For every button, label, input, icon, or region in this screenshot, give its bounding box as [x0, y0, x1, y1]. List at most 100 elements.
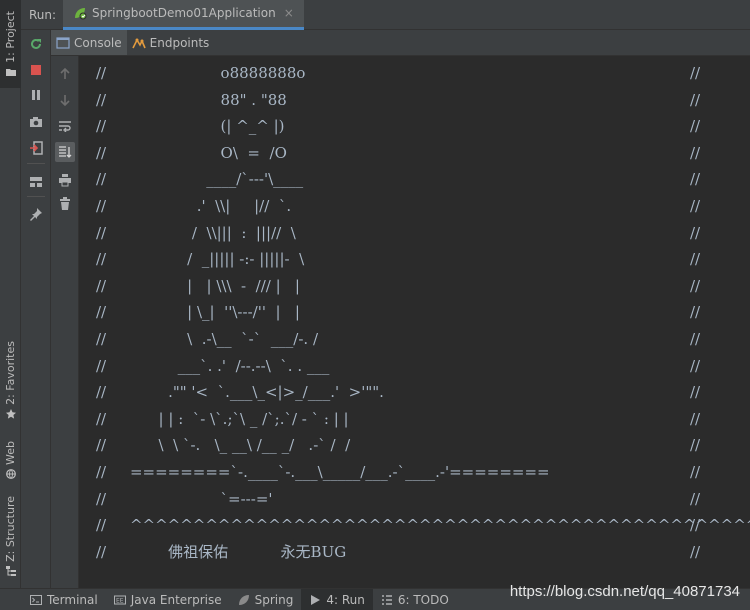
scroll-to-end-button[interactable]: [55, 142, 75, 162]
exit-button[interactable]: [26, 138, 46, 158]
tab-todo-label: 6: TODO: [397, 592, 449, 607]
tab-terminal-label: Terminal: [47, 592, 98, 607]
stop-button[interactable]: [26, 60, 46, 80]
comment-suffix: //: [690, 303, 701, 322]
soft-wrap-button[interactable]: [55, 116, 75, 136]
rerun-button[interactable]: [26, 34, 46, 54]
tab-spring[interactable]: Spring: [230, 589, 302, 610]
comment-suffix: //: [690, 223, 701, 242]
console-line-text: // ^^^^^^^^^^^^^^^^^^^^^^^^^^^^^^^^^^^^^…: [96, 512, 750, 538]
spring-boot-icon: [75, 8, 87, 20]
console-line: // \ \ `-. \_ __\ /__ _/ .-` / ///: [80, 432, 750, 458]
run-config-tab[interactable]: SpringbootDemo01Application ×: [63, 0, 304, 30]
console-line: // ^^^^^^^^^^^^^^^^^^^^^^^^^^^^^^^^^^^^^…: [80, 512, 750, 538]
layout-button[interactable]: [26, 172, 46, 192]
comment-suffix: //: [690, 330, 701, 348]
console-line: // ========`-.____`-.___\_____/___.-`___…: [80, 459, 750, 485]
console-line-text: // / _||||| -:- |||||- \: [96, 246, 304, 272]
web-tab[interactable]: Web: [0, 434, 21, 486]
comment-prefix: //: [96, 170, 107, 189]
tab-run[interactable]: 4: Run: [301, 588, 373, 610]
favorites-tab-label: 2: Favorites: [4, 341, 17, 405]
comment-prefix: //: [96, 143, 107, 162]
todo-icon: [381, 594, 392, 605]
ascii-art-text: .' \\| |// `.: [106, 197, 292, 215]
console-line: // 佛祖保佑 永无BUG//: [80, 539, 750, 565]
comment-suffix: //: [690, 409, 701, 428]
clear-all-button[interactable]: [55, 194, 75, 214]
ascii-art-text: / _||||| -:- |||||- \: [106, 250, 305, 269]
dump-threads-button[interactable]: [26, 112, 46, 132]
comment-suffix: //: [690, 197, 701, 215]
console-line-text: // ____/`---'\____: [96, 166, 303, 192]
comment-suffix: //: [690, 516, 701, 535]
layout-icon: [30, 177, 42, 187]
comment-suffix: //: [690, 489, 701, 508]
run-icon: [311, 594, 321, 605]
ascii-art-text: \ \ `-. \_ __\ /__ _/ .-` / /: [106, 436, 351, 455]
comment-prefix: //: [96, 436, 107, 455]
console-line: // `=---='//: [80, 486, 750, 512]
tab-todo[interactable]: 6: TODO: [373, 589, 457, 610]
project-tab[interactable]: 1: Project: [0, 0, 21, 88]
console-line-text: // `=---=': [96, 486, 273, 512]
console-line: // / \\||| : |||// \//: [80, 220, 750, 246]
comment-prefix: //: [96, 330, 107, 348]
console-subtabs: Console Endpoints: [51, 30, 750, 56]
console-line-text: // / \\||| : |||// \: [96, 220, 296, 246]
comment-prefix: //: [96, 303, 107, 322]
comment-suffix: //: [690, 90, 701, 109]
web-tab-label: Web: [4, 441, 17, 465]
console-line: // | | : `- \`.;`\ _ /`;.`/ - ` : | |//: [80, 406, 750, 432]
console-line-text: // .' \\| |// `.: [96, 193, 291, 219]
console-line-text: // | \_| ''\---/'' | |: [96, 299, 300, 325]
comment-prefix: //: [96, 117, 107, 136]
comment-prefix: //: [96, 409, 107, 428]
tab-console[interactable]: Console: [51, 30, 127, 55]
folder-icon: [5, 68, 16, 76]
comment-suffix: //: [690, 542, 701, 561]
comment-suffix: //: [690, 143, 701, 162]
run-toolbar: [21, 30, 51, 588]
comment-suffix: //: [690, 117, 701, 136]
left-tool-strip: 1: Project 2: Favorites Web Z: Structure: [0, 0, 21, 588]
console-line-text: // (| ^_^ |): [96, 113, 285, 139]
ascii-art-text: | | \\\ - /// | |: [106, 276, 300, 295]
favorites-tab[interactable]: 2: Favorites: [0, 338, 21, 422]
structure-tab[interactable]: Z: Structure: [0, 494, 21, 578]
tab-endpoints[interactable]: Endpoints: [127, 30, 215, 55]
console-icon: [56, 36, 70, 49]
pin-button[interactable]: [26, 204, 46, 224]
ascii-art-text: 佛祖保佑 永无BUG: [106, 542, 347, 561]
comment-prefix: //: [96, 197, 107, 215]
print-button[interactable]: [55, 170, 75, 190]
ascii-art-text: o8888888o: [106, 64, 306, 82]
comment-prefix: //: [96, 223, 107, 242]
comment-prefix: //: [96, 250, 107, 269]
ascii-art-text: \ .-\__ `-` ___/-. /: [106, 330, 318, 348]
ascii-art-text: O\ = /O: [106, 143, 287, 162]
scroll-up-button[interactable]: [55, 64, 75, 84]
close-icon[interactable]: ×: [284, 6, 294, 20]
ascii-art-text: `=---=': [106, 489, 273, 508]
comment-prefix: //: [96, 489, 107, 508]
comment-prefix: //: [96, 64, 107, 82]
pause-button[interactable]: [26, 85, 46, 105]
camera-icon: [30, 117, 42, 127]
tab-java-enterprise[interactable]: EE Java Enterprise: [106, 589, 230, 610]
tab-endpoints-label: Endpoints: [149, 35, 210, 50]
comment-suffix: //: [690, 170, 701, 189]
console-line: // .' \\| |// `.//: [80, 193, 750, 219]
ascii-art-text: / \\||| : |||// \: [106, 223, 296, 242]
ascii-art-text: | | : `- \`.;`\ _ /`;.`/ - ` : | |: [106, 409, 349, 428]
pause-icon: [32, 90, 40, 100]
watermark: https://blog.csdn.net/qq_40871734: [509, 583, 740, 600]
comment-prefix: //: [96, 542, 107, 561]
print-icon: [59, 174, 71, 187]
stop-icon: [31, 65, 41, 75]
scroll-down-button[interactable]: [55, 90, 75, 110]
console-output[interactable]: // o8888888o//// 88" . "88//// (| ^_^ |)…: [80, 56, 750, 588]
tab-terminal[interactable]: Terminal: [22, 589, 106, 610]
comment-prefix: //: [96, 356, 107, 375]
console-line-text: // \ .-\__ `-` ___/-. /: [96, 326, 318, 352]
